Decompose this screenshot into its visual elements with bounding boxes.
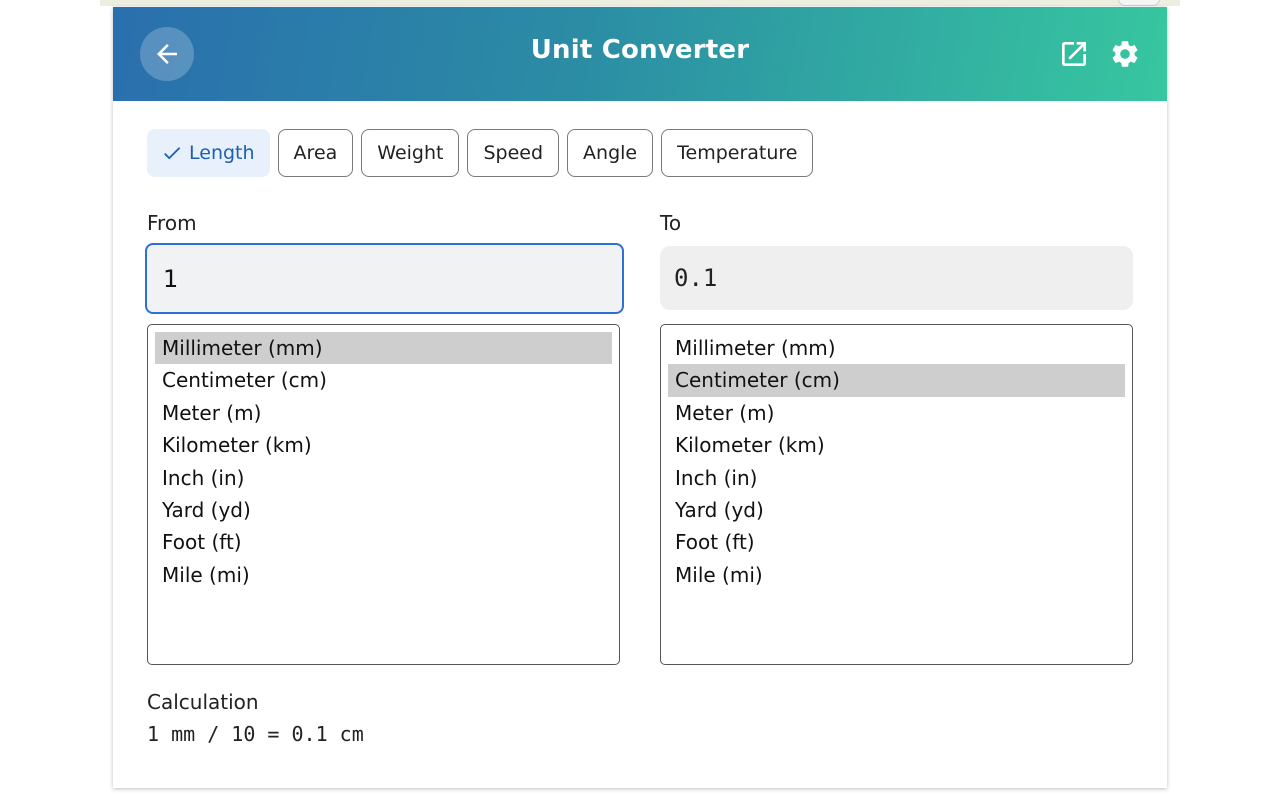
to-unit-option[interactable]: Millimeter (mm) [668,332,1125,364]
chip-area[interactable]: Area [277,129,354,177]
chip-angle[interactable]: Angle [567,129,654,177]
chip-length[interactable]: Length [147,129,270,177]
from-unit-option[interactable]: Meter (m) [155,397,612,429]
browser-toolbar-strip [100,0,1180,6]
from-label: From [147,211,197,235]
calculation-label: Calculation [147,690,259,714]
from-unit-option[interactable]: Mile (mi) [155,559,612,591]
from-unit-option[interactable]: Foot (ft) [155,526,612,558]
chip-label: Angle [583,142,638,164]
to-unit-option[interactable]: Inch (in) [668,462,1125,494]
from-unit-list[interactable]: Millimeter (mm) Centimeter (cm) Meter (m… [147,324,620,665]
page-title: Unit Converter [530,35,750,65]
chip-speed[interactable]: Speed [467,129,560,177]
to-value-output: 0.1 [660,246,1133,310]
from-unit-option[interactable]: Kilometer (km) [155,429,612,461]
calculation-text: 1 mm / 10 = 0.1 cm [147,722,364,746]
chip-label: Length [189,142,255,164]
check-icon [164,147,181,160]
unit-converter-popup: Unit Converter Length Area Weight Speed … [113,7,1167,788]
from-unit-option[interactable]: Inch (in) [155,462,612,494]
browser-toolbar-pill [1118,0,1160,6]
from-unit-option[interactable]: Yard (yd) [155,494,612,526]
to-unit-list[interactable]: Millimeter (mm) Centimeter (cm) Meter (m… [660,324,1133,665]
external-link-icon [1058,38,1090,70]
from-value-input[interactable] [145,243,624,314]
to-unit-option[interactable]: Yard (yd) [668,494,1125,526]
chip-temperature[interactable]: Temperature [661,129,814,177]
open-external-button[interactable] [1057,37,1091,71]
to-unit-option[interactable]: Mile (mi) [668,559,1125,591]
to-unit-option[interactable]: Centimeter (cm) [668,364,1125,397]
from-unit-option[interactable]: Centimeter (cm) [155,364,612,396]
app-header: Unit Converter [113,7,1167,101]
gear-icon [1109,38,1141,70]
to-label: To [660,211,682,235]
from-unit-option[interactable]: Millimeter (mm) [155,332,612,365]
to-unit-option[interactable]: Meter (m) [668,397,1125,429]
settings-button[interactable] [1108,37,1142,71]
category-chips: Length Area Weight Speed Angle Temperatu… [147,129,814,177]
chip-label: Speed [483,142,544,164]
chip-label: Area [293,142,338,164]
chip-label: Weight [377,142,444,164]
chip-label: Temperature [677,142,798,164]
chip-weight[interactable]: Weight [361,129,460,177]
to-unit-option[interactable]: Foot (ft) [668,526,1125,558]
to-unit-option[interactable]: Kilometer (km) [668,429,1125,461]
